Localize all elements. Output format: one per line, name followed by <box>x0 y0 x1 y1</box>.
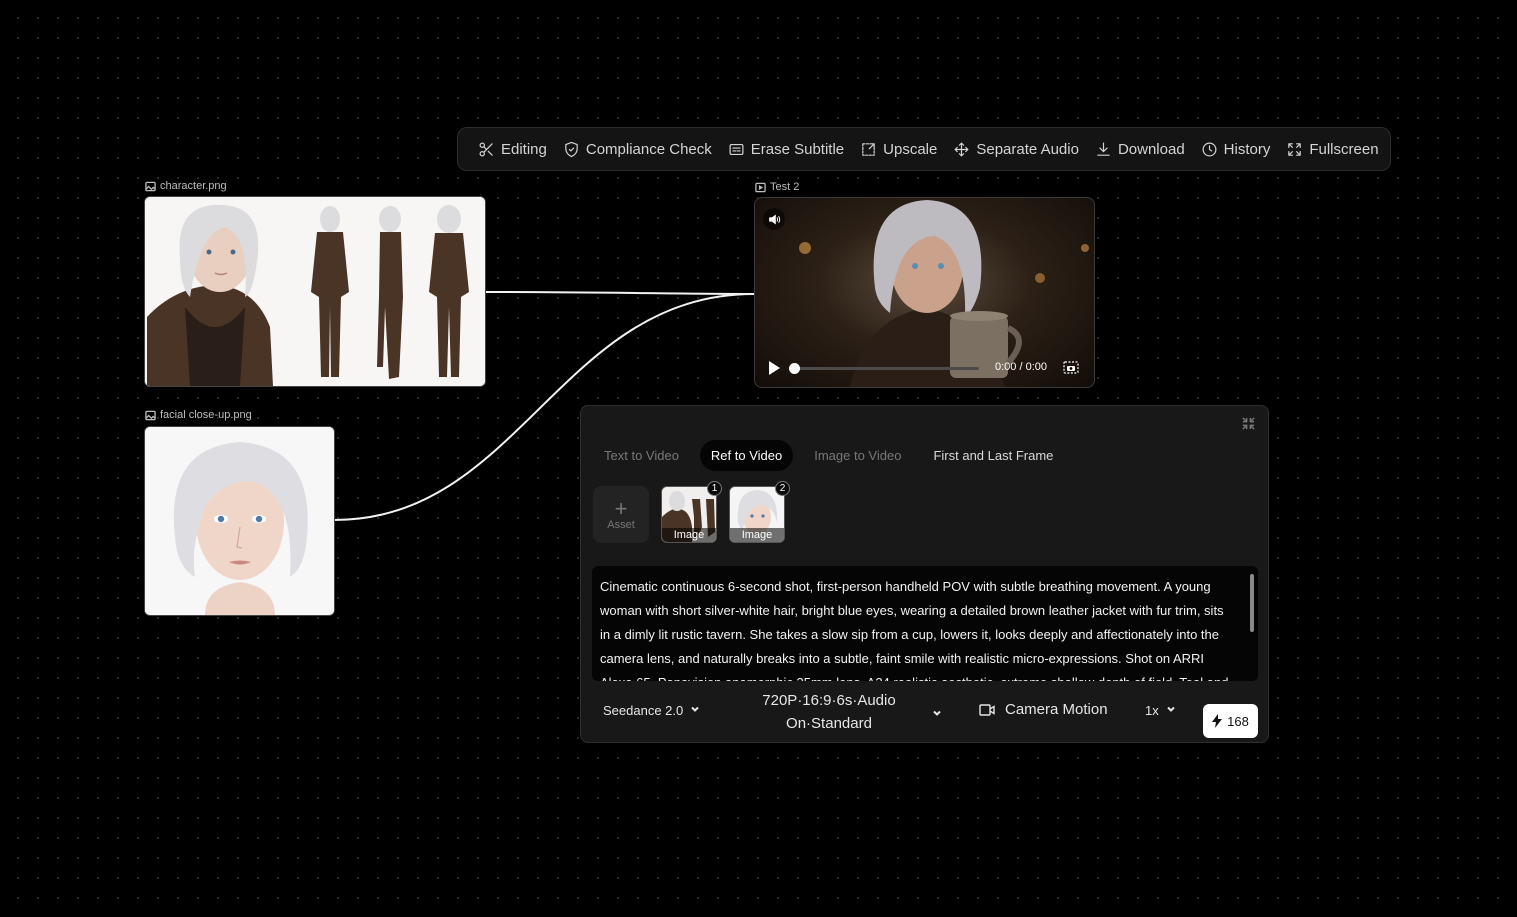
chevron-down-icon <box>1165 703 1177 718</box>
reference-thumbnail-1[interactable]: Image <box>661 486 717 543</box>
camera-motion-button[interactable]: Camera Motion <box>979 701 1108 718</box>
facial-node-label: facial close-up.png <box>145 409 252 421</box>
tab-ref-to-video[interactable]: Ref to Video <box>699 440 794 471</box>
history-button[interactable]: History <box>1193 141 1279 158</box>
image-icon <box>145 181 156 191</box>
play-icon[interactable] <box>767 360 781 376</box>
prompt-scrollbar[interactable] <box>1250 574 1254 632</box>
upscale-button[interactable]: Upscale <box>852 141 945 158</box>
output-settings-select[interactable]: 720P·16:9·6s·Audio On·Standard <box>749 689 909 735</box>
video-node[interactable]: 0:00 / 0:00 <box>754 197 1095 388</box>
snapshot-icon[interactable] <box>1063 359 1079 375</box>
compliance-check-button[interactable]: Compliance Check <box>555 141 720 158</box>
upscale-icon <box>862 142 875 156</box>
reference-thumbnail-2[interactable]: Image <box>729 486 785 543</box>
camera-icon <box>979 703 995 716</box>
erase-subtitle-button[interactable]: Erase Subtitle <box>720 141 852 158</box>
video-icon <box>755 182 766 192</box>
facial-image-node[interactable] <box>144 426 335 616</box>
video-controls: 0:00 / 0:00 <box>755 354 1094 384</box>
volume-button[interactable] <box>763 208 785 230</box>
chevron-down-icon <box>689 703 701 718</box>
add-asset-button[interactable]: + Asset <box>593 486 649 543</box>
collapse-panel-button[interactable] <box>1241 416 1256 436</box>
prompt-text: Cinematic continuous 6-second shot, firs… <box>600 579 1228 681</box>
scissors-icon <box>479 142 493 156</box>
tab-image-to-video[interactable]: Image to Video <box>803 440 912 471</box>
video-time: 0:00 / 0:00 <box>995 361 1047 373</box>
generate-button[interactable]: 168 <box>1203 704 1258 738</box>
reference-badge-2: 2 <box>775 481 790 496</box>
video-toolbar: Editing Compliance Check Erase Subtitle … <box>457 127 1391 171</box>
count-select[interactable]: 1x <box>1145 703 1177 718</box>
tab-text-to-video[interactable]: Text to Video <box>593 440 690 471</box>
model-select[interactable]: Seedance 2.0 <box>603 703 701 718</box>
subtitle-icon <box>729 143 744 155</box>
thumb-caption: Image <box>662 528 716 542</box>
video-progress-handle[interactable] <box>789 363 800 374</box>
separate-audio-button[interactable]: Separate Audio <box>945 141 1087 158</box>
generation-settings-row: Seedance 2.0 720P·16:9·6s·Audio On·Stand… <box>581 686 1270 742</box>
shield-check-icon <box>565 141 578 157</box>
clock-icon <box>1202 142 1217 156</box>
download-icon <box>1097 142 1110 156</box>
lightning-icon <box>1212 714 1223 728</box>
prompt-textarea[interactable]: Cinematic continuous 6-second shot, firs… <box>592 566 1258 681</box>
character-turnaround-image <box>145 197 485 386</box>
video-progress-track[interactable] <box>793 367 979 370</box>
download-button[interactable]: Download <box>1087 141 1193 158</box>
image-icon <box>145 410 156 420</box>
generation-panel: Text to Video Ref to Video Image to Vide… <box>580 405 1269 743</box>
character-image-node[interactable] <box>144 196 486 387</box>
mode-tabs: Text to Video Ref to Video Image to Vide… <box>593 440 1064 471</box>
character-node-label: character.png <box>145 180 227 192</box>
thumb-caption: Image <box>730 528 784 542</box>
chevron-down-icon[interactable] <box>931 706 943 724</box>
tab-first-and-last-frame[interactable]: First and Last Frame <box>922 440 1064 471</box>
facial-closeup-image <box>145 427 334 615</box>
fullscreen-icon <box>1288 142 1302 156</box>
reference-badge-1: 1 <box>707 481 722 496</box>
video-node-label: Test 2 <box>755 181 799 193</box>
collapse-icon <box>1242 417 1255 430</box>
editing-button[interactable]: Editing <box>470 141 555 158</box>
plus-icon: + <box>614 495 628 521</box>
volume-icon <box>768 213 780 225</box>
fullscreen-button[interactable]: Fullscreen <box>1278 141 1386 158</box>
separate-audio-icon <box>954 142 969 156</box>
